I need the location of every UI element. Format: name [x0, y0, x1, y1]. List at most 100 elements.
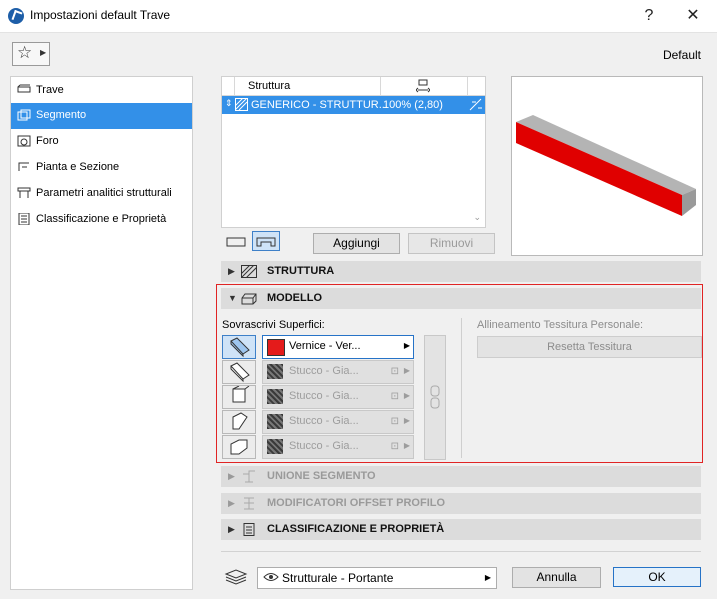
surface-name: Vernice - Ver...: [289, 340, 361, 352]
override-label: Sovrascrivi Superfici:: [222, 319, 325, 331]
surface-swatch: [267, 364, 283, 379]
sidebar-item-trave[interactable]: Trave: [11, 78, 192, 104]
panel-classificazione[interactable]: ▶ CLASSIFICAZIONE E PROPRIETÀ: [221, 519, 701, 540]
star-icon: ☆: [17, 43, 33, 62]
surface-override-toggle-3[interactable]: [222, 385, 256, 409]
surface-override-toggle-1[interactable]: [222, 335, 256, 359]
beam-face-icon: [232, 385, 250, 403]
profile-icon: [256, 237, 276, 247]
divider: [221, 551, 701, 552]
sidebar-item-label: Pianta e Sezione: [36, 161, 120, 173]
surface-name: Stucco - Gia...: [289, 365, 359, 377]
chevron-right-icon: ▶: [403, 416, 410, 425]
chevron-down-icon: ▼: [228, 293, 237, 303]
archicad-logo-icon: [8, 8, 24, 24]
rectangle-icon: [226, 237, 246, 247]
panel-title: STRUTTURA: [267, 265, 335, 277]
sidebar-item-classificazione[interactable]: Classificazione e Proprietà: [11, 207, 192, 233]
layer-select-value: Strutturale - Portante: [282, 571, 394, 585]
cancel-button[interactable]: Annulla: [512, 567, 601, 588]
beam-face-icon: [230, 362, 250, 383]
view-profile-button[interactable]: [252, 231, 280, 251]
chevron-right-icon: ▶: [228, 266, 235, 276]
favorites-button[interactable]: ☆ ▶: [12, 42, 50, 66]
panel-struttura[interactable]: ▶ STRUTTURA: [221, 261, 701, 282]
picker-icon: ⊡: [390, 441, 399, 452]
chevron-right-icon: ▶: [228, 498, 235, 508]
panel-unione-segmento[interactable]: ▶ UNIONE SEGMENTO: [221, 466, 701, 487]
structural-icon: [17, 187, 31, 198]
beam-icon: [17, 84, 31, 93]
chevron-right-icon: ▶: [228, 524, 235, 534]
column-header-struttura: Struttura: [248, 80, 291, 92]
alignment-label: Allineamento Tessitura Personale:: [477, 319, 644, 331]
beam-face-icon: [232, 412, 248, 430]
picker-icon: ⊡: [390, 391, 399, 402]
surface-select-3[interactable]: Stucco - Gia... ⊡ ▶: [262, 385, 414, 409]
ok-button[interactable]: OK: [613, 567, 701, 587]
sidebar-item-label: Trave: [36, 84, 64, 96]
surface-override-toggle-4[interactable]: [222, 410, 256, 434]
divider: [461, 318, 462, 458]
sidebar-item-parametri[interactable]: Parametri analitici strutturali: [11, 181, 192, 207]
sidebar: Trave Segmento Foro Pianta e Sezione Par…: [10, 76, 193, 590]
hole-icon: [17, 135, 31, 147]
chevron-right-icon: ▶: [40, 48, 47, 57]
link-surfaces-button[interactable]: [424, 335, 446, 460]
chevron-right-icon: ▶: [403, 341, 410, 350]
layer-select[interactable]: Strutturale - Portante ▶: [257, 567, 497, 589]
sidebar-item-pianta-sezione[interactable]: Pianta e Sezione: [11, 155, 192, 181]
surface-swatch: [267, 414, 283, 429]
add-button[interactable]: Aggiungi: [313, 233, 400, 254]
reset-texture-button[interactable]: Resetta Tessitura: [477, 336, 702, 358]
sidebar-item-foro[interactable]: Foro: [11, 129, 192, 155]
close-button[interactable]: ✕: [679, 4, 707, 28]
surface-swatch: [267, 439, 283, 454]
sidebar-item-label: Parametri analitici strutturali: [36, 187, 172, 199]
title-bar: Impostazioni default Trave ? ✕: [0, 0, 717, 33]
edge-settings-icon[interactable]: [469, 98, 483, 112]
sidebar-item-label: Foro: [36, 135, 59, 147]
beam-face-icon: [230, 337, 250, 358]
surface-override-toggle-2[interactable]: [222, 360, 256, 384]
surface-select-1[interactable]: Vernice - Ver... ▶: [262, 335, 414, 359]
beam-preview: [511, 76, 703, 256]
sidebar-item-label: Segmento: [36, 109, 87, 121]
panel-modificatori-offset[interactable]: ▶ MODIFICATORI OFFSET PROFILO: [221, 493, 701, 514]
surface-override-toggle-5[interactable]: [222, 435, 256, 459]
surface-swatch: [267, 389, 283, 404]
window-title: Impostazioni default Trave: [30, 8, 171, 22]
sidebar-item-segmento[interactable]: Segmento: [11, 103, 192, 129]
picker-icon: ⊡: [390, 416, 399, 427]
chevron-down-icon[interactable]: ⌄: [473, 212, 481, 223]
table-row[interactable]: ⇕ GENERICO - STRUTTUR... 100% (2,80): [222, 96, 485, 114]
default-label: Default: [662, 48, 701, 62]
layers-icon: [224, 569, 248, 585]
chevron-right-icon: ▶: [403, 366, 410, 375]
model-icon: [241, 293, 257, 305]
offset-modifier-icon: [244, 497, 254, 510]
surface-select-4[interactable]: Stucco - Gia... ⊡ ▶: [262, 410, 414, 434]
help-button[interactable]: ?: [635, 4, 663, 28]
chevron-right-icon: ▶: [484, 573, 491, 582]
segment-table: Struttura ⇕ GENERICO - STRUTTUR... 100% …: [221, 76, 486, 228]
remove-button[interactable]: Rimuovi: [408, 233, 495, 254]
surface-select-2[interactable]: Stucco - Gia... ⊡ ▶: [262, 360, 414, 384]
beam-face-icon: [230, 439, 248, 455]
eye-icon: [263, 573, 279, 581]
row-name: GENERICO - STRUTTUR...: [251, 99, 388, 111]
chevron-right-icon: ▶: [403, 441, 410, 450]
panel-modello[interactable]: ▼ MODELLO: [221, 288, 701, 309]
segment-join-icon: [243, 470, 255, 483]
surface-name: Stucco - Gia...: [289, 390, 359, 402]
surface-name: Stucco - Gia...: [289, 440, 359, 452]
chain-link-icon: [430, 385, 440, 409]
surface-select-5[interactable]: Stucco - Gia... ⊡ ▶: [262, 435, 414, 459]
hatch-icon: [235, 98, 248, 111]
beam-3d-preview: [516, 115, 696, 216]
surface-swatch: [267, 339, 285, 356]
floorplan-icon: [18, 162, 29, 171]
drag-handle-icon[interactable]: ⇕: [225, 98, 233, 109]
thickness-column-icon: [416, 79, 430, 93]
view-section-button[interactable]: [223, 233, 249, 251]
